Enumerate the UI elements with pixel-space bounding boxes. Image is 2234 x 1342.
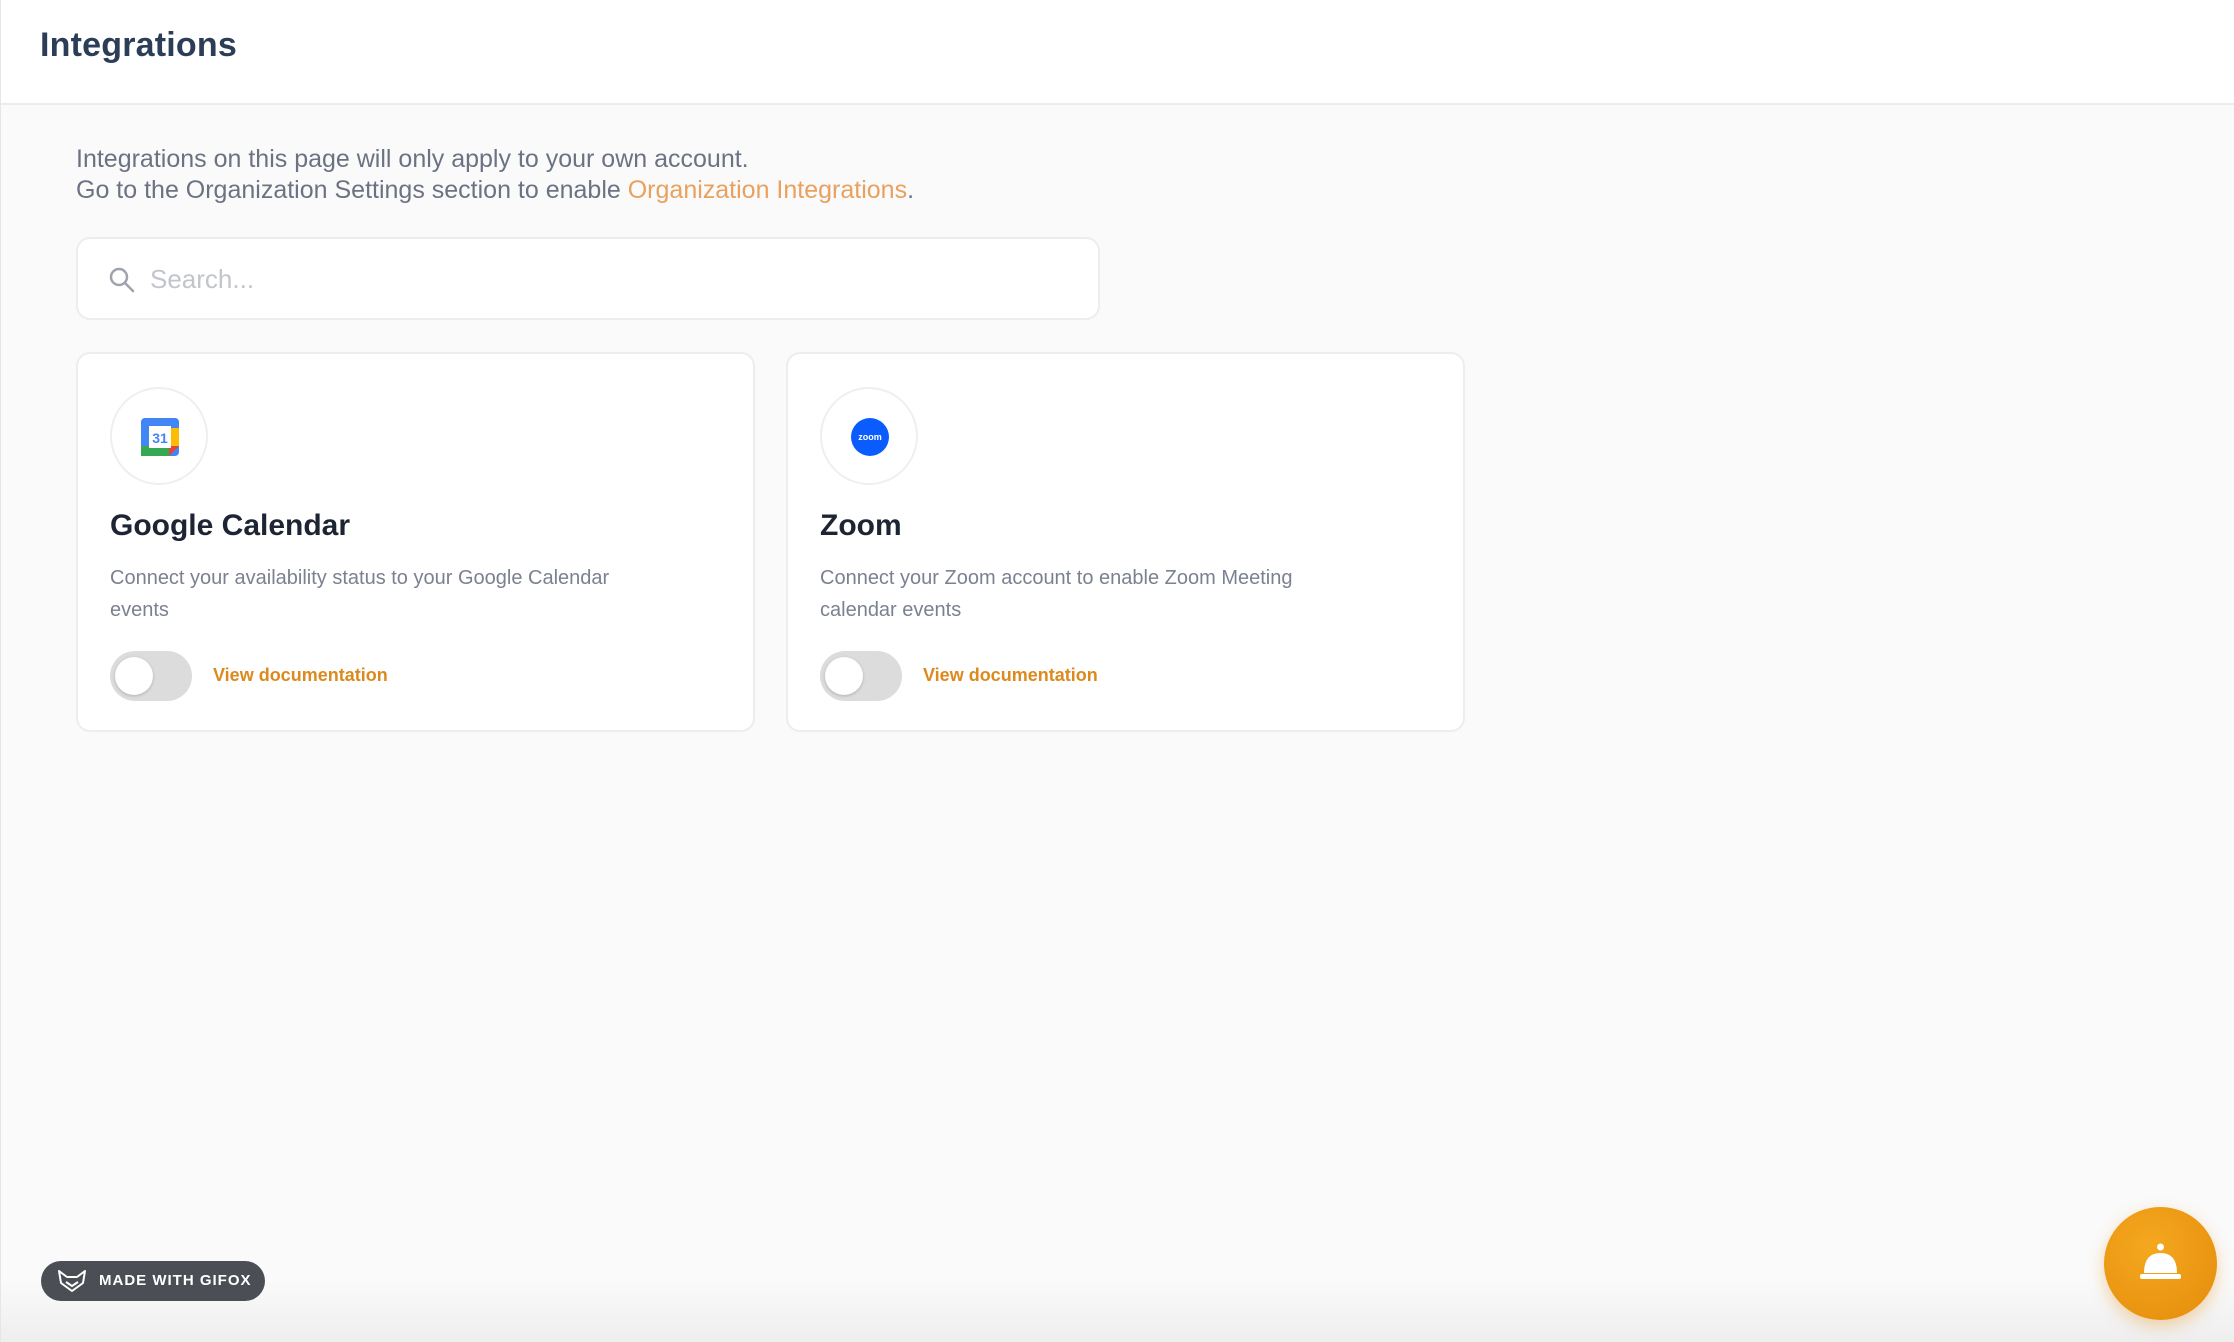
google-calendar-icon: 31	[141, 418, 179, 456]
google-calendar-logo-text: 31	[152, 430, 168, 446]
intro-line-2-suffix: .	[907, 176, 915, 204]
page-header: Integrations	[1, 0, 2234, 105]
integration-card-google-calendar: 31 Google Calendar Connect your availabi…	[76, 352, 755, 732]
integration-title: Google Calendar	[110, 509, 351, 542]
search-input[interactable]	[150, 255, 1070, 303]
page-title: Integrations	[40, 26, 237, 64]
organization-integrations-link[interactable]: Organization Integrations	[628, 176, 907, 204]
integration-description: Connect your Zoom account to enable Zoom…	[820, 567, 1293, 621]
intro-line-2-prefix: Go to the Organization Settings section …	[76, 176, 628, 204]
gifox-watermark-text: MADE WITH GIFOX	[99, 1272, 252, 1289]
gifox-watermark-badge: MADE WITH GIFOX	[41, 1261, 265, 1301]
google-calendar-toggle[interactable]	[110, 651, 192, 701]
intro-line-1: Integrations on this page will only appl…	[76, 145, 749, 173]
integration-description: Connect your availability status to your…	[110, 567, 610, 621]
google-calendar-logo: 31	[110, 387, 208, 485]
search-icon	[109, 267, 135, 293]
integration-card-zoom: zoom Zoom Connect your Zoom account to e…	[786, 352, 1465, 732]
zoom-icon: zoom	[851, 418, 889, 456]
app-frame: Integrations Integrations on this page w…	[0, 0, 2234, 1342]
toggle-knob	[825, 657, 863, 695]
zoom-logo: zoom	[820, 387, 918, 485]
view-documentation-link[interactable]: View documentation	[213, 665, 388, 686]
toggle-knob	[115, 657, 153, 695]
zoom-logo-text: zoom	[858, 432, 882, 442]
bell-icon	[2140, 1243, 2181, 1279]
intro-line-2: Go to the Organization Settings section …	[76, 175, 914, 206]
bottom-fade	[1, 1280, 2234, 1342]
integration-title: Zoom	[820, 509, 902, 542]
zoom-toggle[interactable]	[820, 651, 902, 701]
view-documentation-link[interactable]: View documentation	[923, 665, 1098, 686]
intro-text: Integrations on this page will only appl…	[76, 144, 914, 206]
search-box[interactable]	[76, 237, 1100, 320]
fox-icon	[58, 1270, 86, 1292]
help-button[interactable]	[2104, 1207, 2217, 1320]
